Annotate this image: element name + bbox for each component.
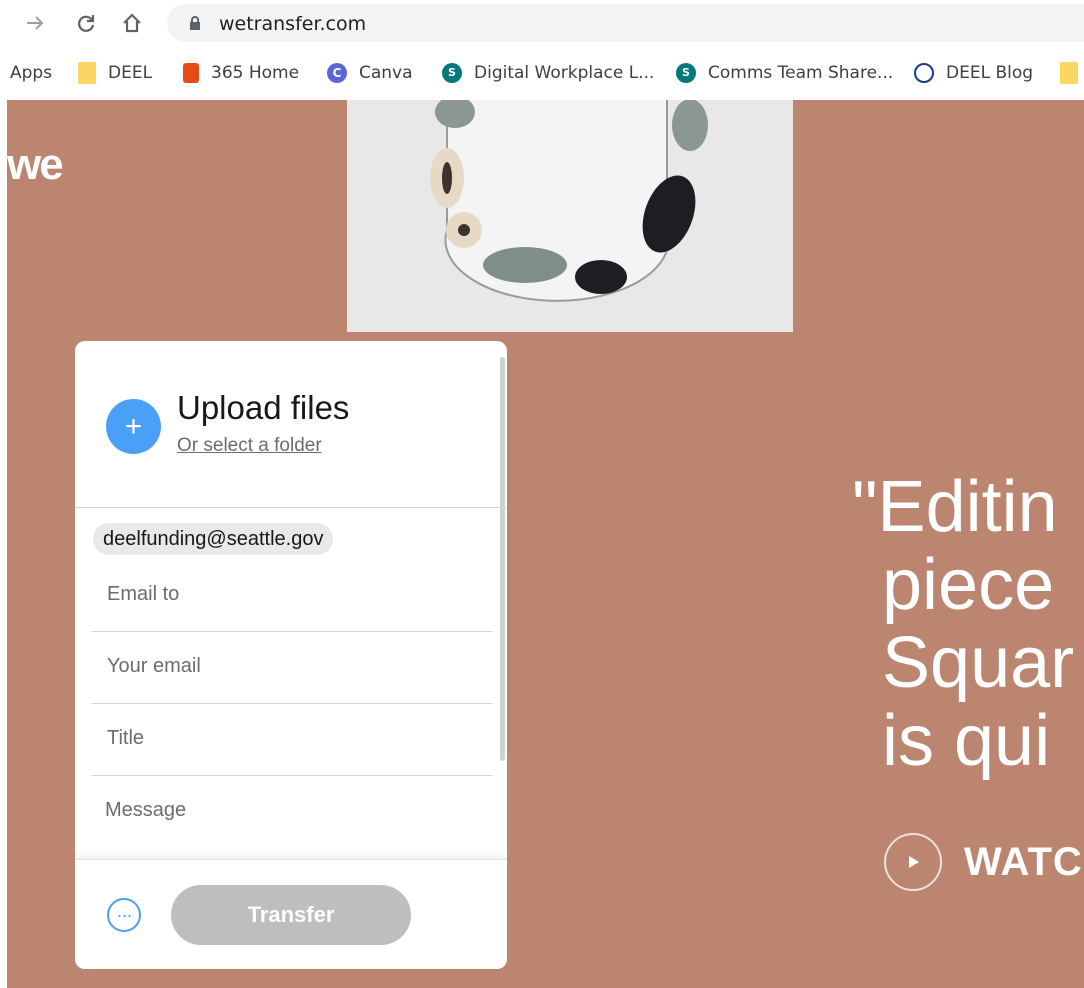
message-input[interactable] (105, 799, 465, 839)
transfer-button[interactable]: Transfer (171, 885, 411, 945)
address-bar[interactable]: wetransfer.com (167, 4, 1084, 42)
bookmark-folder-overflow[interactable] (1060, 60, 1084, 86)
bookmark-deel[interactable]: DEEL (78, 60, 152, 86)
bookmark-label: DEEL Blog (946, 63, 1034, 83)
office-365-icon (183, 63, 199, 83)
recipient-chip[interactable]: deelfunding@seattle.gov (93, 523, 334, 555)
lock-icon (190, 16, 200, 30)
title-input[interactable] (107, 703, 467, 773)
wetransfer-logo[interactable]: we (7, 140, 64, 190)
divider (75, 507, 507, 508)
bookmark-label: Apps (10, 63, 53, 83)
hero-quote: "Editin piece Squar is qui (852, 468, 1074, 780)
bookmark-label: 365 Home (211, 63, 300, 83)
title-field (91, 703, 493, 776)
canva-icon: C (327, 63, 347, 83)
reload-icon[interactable] (73, 10, 99, 36)
bookmark-label: Canva (359, 63, 413, 83)
bookmark-deel-blog[interactable]: DEEL Blog (914, 60, 1033, 86)
email-to-input[interactable] (107, 559, 467, 629)
wetransfer-page: we "Editin piece Squar is qui WATC + Upl… (7, 100, 1084, 988)
quote-line: is qui (882, 701, 1051, 781)
panel-scrollbar[interactable] (500, 357, 505, 761)
folder-icon (78, 62, 96, 84)
bookmark-canva[interactable]: C Canva (327, 60, 413, 86)
sharepoint-icon: S (442, 63, 462, 83)
bookmark-label: DEEL (108, 63, 153, 83)
bookmark-apps[interactable]: Apps (10, 60, 52, 86)
add-files-button[interactable]: + (106, 399, 161, 454)
quote-line: piece (882, 545, 1055, 625)
browser-toolbar: wetransfer.com (0, 0, 1084, 46)
bookmark-digital-workplace[interactable]: S Digital Workplace L... (442, 60, 654, 86)
email-to-field (91, 559, 493, 632)
bookmark-label: Digital Workplace L... (474, 63, 655, 83)
folder-icon (1060, 62, 1078, 84)
quote-line: Squar (882, 623, 1075, 703)
globe-icon (914, 63, 934, 83)
bookmarks-bar: Apps DEEL 365 Home C Canva S Digital Wor… (0, 46, 1084, 100)
upload-files-title[interactable]: Upload files (177, 389, 349, 427)
url-text: wetransfer.com (219, 13, 367, 35)
hero-image (347, 100, 793, 332)
more-options-icon[interactable]: ··· (107, 898, 141, 932)
forward-arrow-icon[interactable] (22, 10, 48, 36)
sharepoint-icon: S (676, 63, 696, 83)
message-field (91, 775, 493, 847)
upload-panel: + Upload files Or select a folder deelfu… (75, 341, 507, 969)
watch-video-button[interactable]: WATC (884, 833, 1083, 891)
plus-icon: + (124, 410, 143, 443)
bookmark-label: Comms Team Share... (708, 63, 894, 83)
home-icon[interactable] (119, 10, 145, 36)
bookmark-comms-team[interactable]: S Comms Team Share... (676, 60, 893, 86)
your-email-field (91, 631, 493, 704)
select-folder-link[interactable]: Or select a folder (177, 435, 322, 457)
your-email-input[interactable] (107, 631, 467, 701)
panel-footer: ··· Transfer (75, 859, 507, 969)
quote-line: "Editin (852, 467, 1058, 547)
bookmark-365-home[interactable]: 365 Home (183, 60, 299, 86)
watch-label: WATC (964, 839, 1083, 884)
play-icon (884, 833, 942, 891)
